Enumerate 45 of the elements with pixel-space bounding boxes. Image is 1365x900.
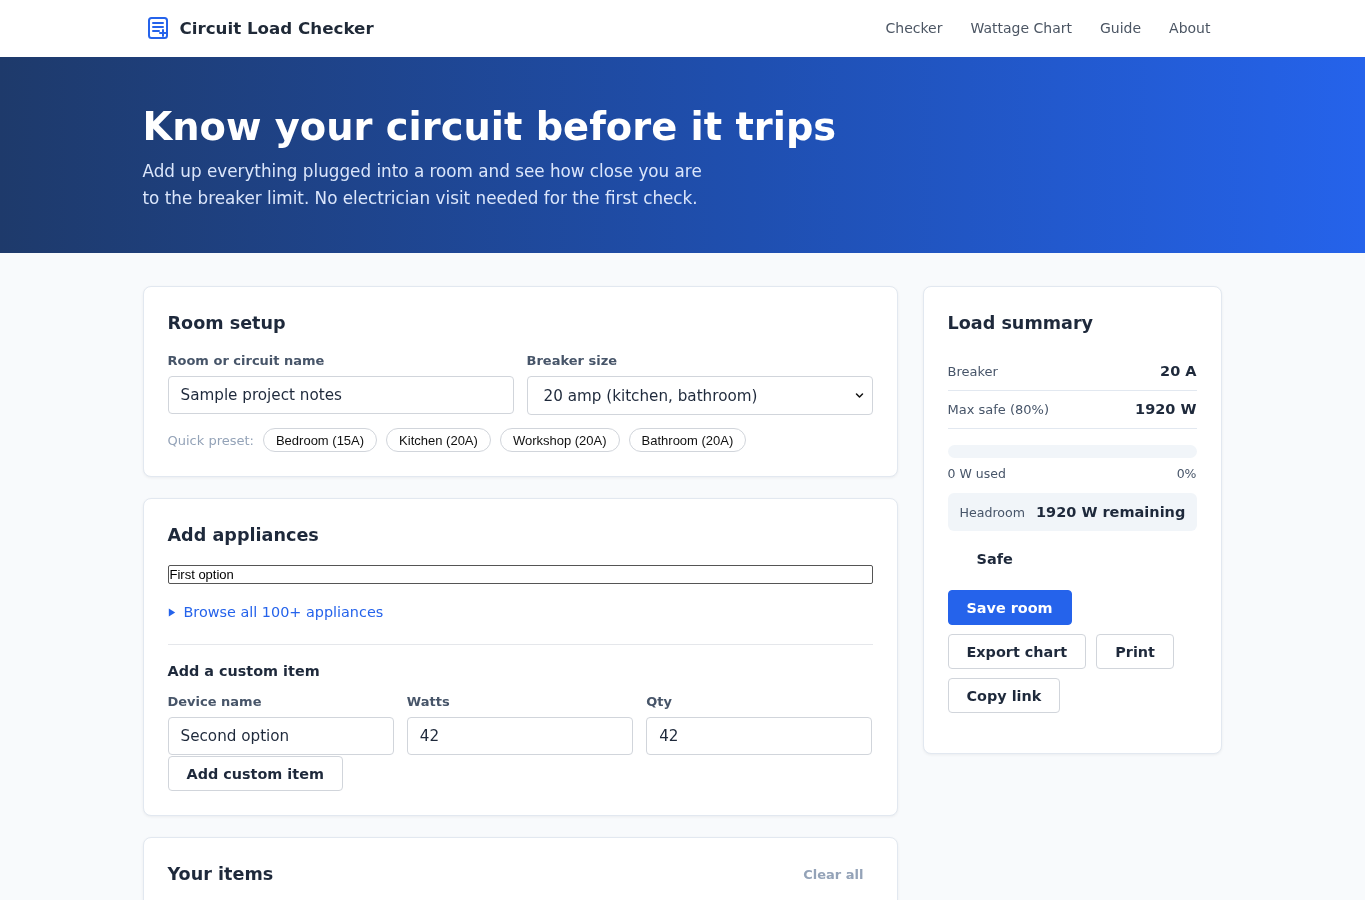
preset-chip[interactable]: Bathroom (20A) (628, 428, 747, 452)
summary-label: Breaker (947, 363, 998, 380)
headroom-label: Headroom (959, 504, 1025, 520)
preset-chip[interactable]: Bedroom (15A) (262, 428, 378, 452)
preset-label: Quick preset: (167, 432, 254, 448)
card-title: Room setup (167, 312, 287, 335)
card-title: Add appliances (167, 524, 320, 547)
chevron-down-icon (854, 391, 864, 400)
usage-text: 0 W used (947, 466, 1006, 481)
card-title: Load summary (947, 312, 1095, 335)
action-button[interactable]: Print (1096, 634, 1174, 669)
add-button[interactable]: Add custom item (167, 756, 343, 791)
headroom-value: 1920 W remaining (1036, 504, 1186, 520)
nav-link[interactable]: Wattage Chart (970, 19, 1072, 36)
usage-percent: 0% (1176, 466, 1197, 481)
text-field[interactable]: 42 (406, 717, 634, 755)
summary-value: 20 A (1160, 363, 1197, 380)
appliance-field[interactable]: First option (167, 565, 873, 584)
nav-link[interactable]: Checker (885, 19, 943, 36)
action-button[interactable]: Copy link (947, 678, 1061, 713)
field-label: Device name (167, 694, 263, 710)
field-label: Watts (406, 694, 451, 710)
action-button[interactable]: Export chart (947, 634, 1087, 669)
field-label: Qty (646, 694, 673, 710)
field-label: Room or circuit name (167, 353, 326, 369)
field-label: Breaker size (526, 353, 619, 369)
nav-link[interactable]: About (1169, 19, 1211, 36)
text-field[interactable]: Second option (167, 717, 394, 755)
browse-link[interactable]: Browse all 100+ appliances (167, 604, 384, 621)
site-title: Circuit Load Checker (179, 17, 374, 38)
document-icon (145, 15, 170, 40)
preset-chip[interactable]: Workshop (20A) (499, 428, 620, 452)
text-field[interactable]: Sample project notes (167, 376, 514, 414)
nav-link[interactable]: Guide (1099, 19, 1142, 36)
summary-label: Max safe (80%) (947, 401, 1049, 418)
summary-value: 1920 W (1135, 401, 1197, 418)
card-title: Your items (167, 863, 274, 886)
text-field[interactable]: 42 (646, 717, 873, 755)
hero-title: Know your circuit before it trips (142, 103, 838, 151)
section-title: Add a custom item (167, 663, 321, 680)
hero-subtitle: Add up everything plugged into a room and see how close you are to the breaker limit. No electrician visit needed for the first check. (142, 160, 703, 210)
breaker-dropdown[interactable]: 20 amp (kitchen, bathroom) (526, 376, 873, 415)
preset-chip[interactable]: Kitchen (20A) (386, 428, 491, 452)
status-text: Safe (975, 550, 1014, 568)
action-button[interactable]: Save room (947, 590, 1072, 625)
